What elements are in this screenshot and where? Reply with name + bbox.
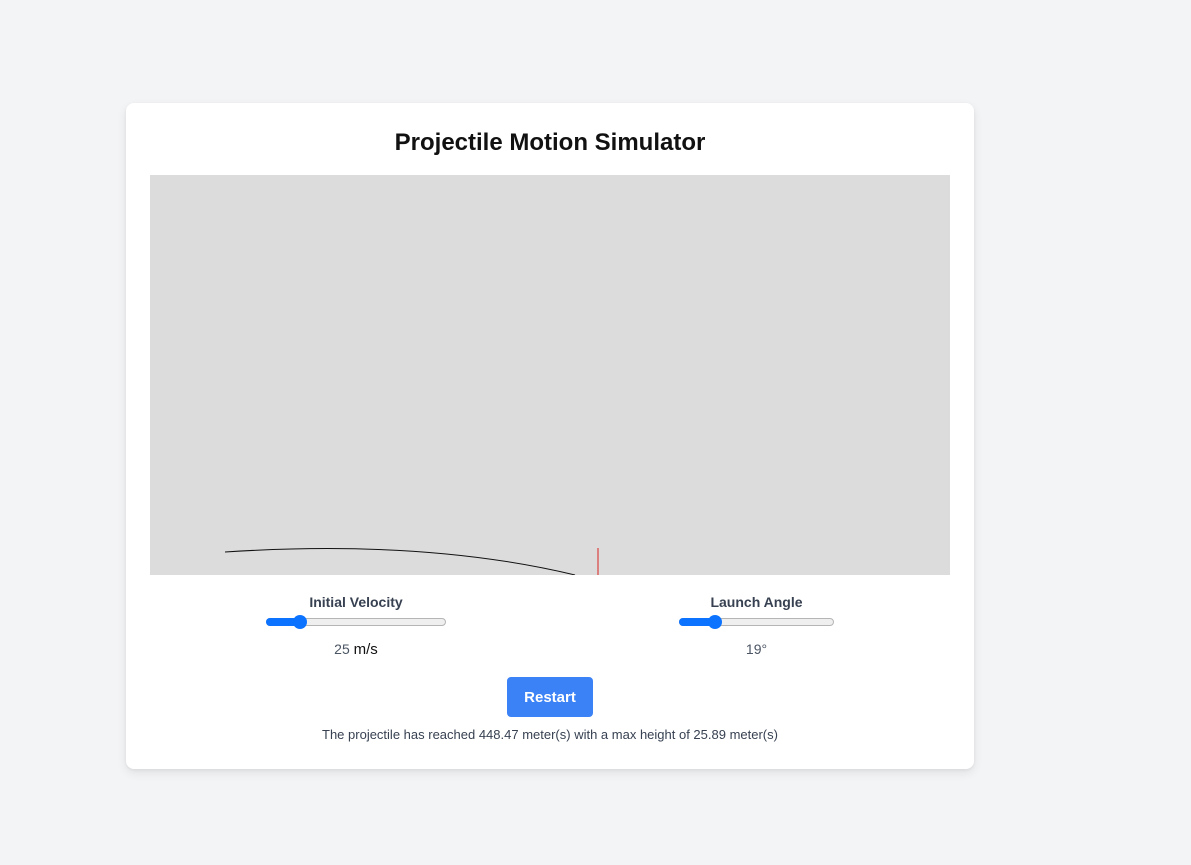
velocity-label: Initial Velocity [309, 594, 403, 610]
angle-value: 19° [745, 641, 768, 657]
velocity-value-display: 25 m/s [266, 640, 446, 658]
velocity-slider-thumb[interactable] [293, 615, 308, 629]
angle-control: Launch Angle 19° [679, 593, 834, 658]
angle-slider[interactable] [679, 614, 834, 630]
status-message: The projectile has reached 448.47 meter(… [322, 727, 778, 742]
simulator-card: Projectile Motion Simulator Initial Velo… [126, 103, 974, 769]
velocity-unit: m/s [353, 641, 378, 658]
angle-slider-thumb[interactable] [707, 615, 722, 629]
page-title: Projectile Motion Simulator [394, 129, 706, 156]
restart-button[interactable]: Restart [507, 677, 593, 717]
angle-value-display: 19° [679, 640, 834, 658]
trajectory-path [224, 548, 576, 575]
velocity-slider[interactable] [266, 614, 446, 630]
velocity-control: Initial Velocity 25 m/s [266, 593, 446, 658]
simulation-canvas [150, 175, 950, 575]
angle-label: Launch Angle [710, 594, 803, 610]
velocity-value: 25 [334, 641, 350, 657]
